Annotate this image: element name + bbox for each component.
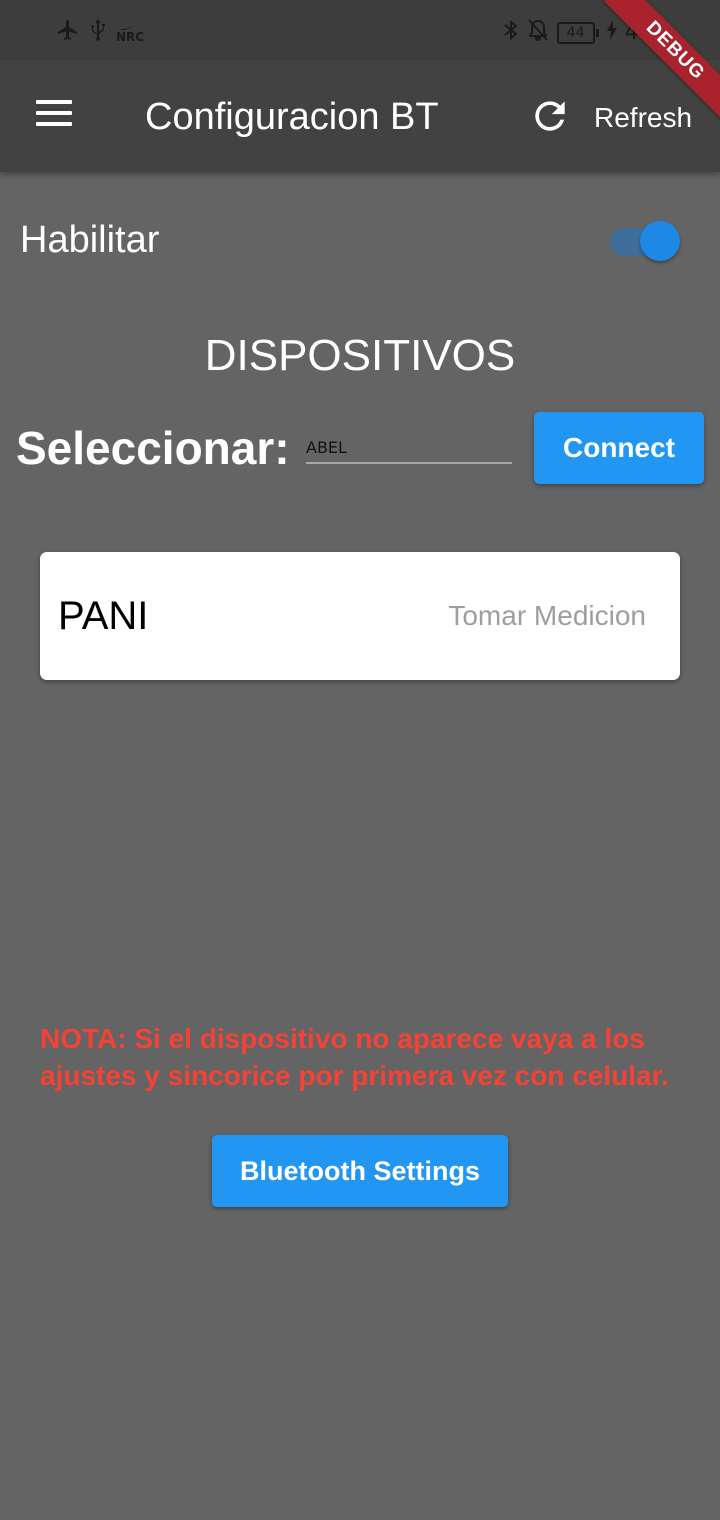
charging-icon — [606, 20, 617, 45]
toggle-thumb — [640, 221, 680, 261]
app-bar: Configuracion BT Refresh — [0, 60, 720, 172]
select-label: Seleccionar: — [16, 422, 290, 474]
battery-level: 44 — [556, 21, 595, 44]
enable-label: Habilitar — [20, 219, 160, 261]
device-name: PANI — [58, 594, 149, 638]
take-measurement-button[interactable]: Tomar Medicion — [448, 598, 646, 634]
refresh-label: Refresh — [594, 102, 693, 133]
device-dropdown-value: ABEL — [306, 438, 347, 457]
device-card[interactable]: PANI Tomar Medicion — [40, 552, 680, 680]
connect-button[interactable]: Connect — [534, 412, 704, 484]
refresh-button[interactable]: Refresh — [528, 96, 692, 140]
nike-nrc-icon: NRC — [116, 23, 144, 43]
status-left-icons: NRC — [56, 18, 144, 47]
bluetooth-settings-button[interactable]: Bluetooth Settings — [212, 1135, 508, 1207]
airplane-icon — [56, 18, 80, 47]
battery-icon: 44 — [556, 21, 599, 44]
refresh-icon — [528, 94, 572, 143]
nrc-text: NRC — [116, 29, 145, 44]
warning-note: NOTA: Si el dispositivo no aparece vaya … — [40, 1023, 669, 1091]
enable-toggle[interactable] — [606, 220, 682, 262]
mute-icon — [527, 18, 549, 47]
devices-section-title: DISPOSITIVOS — [204, 331, 516, 380]
page-title: Configuracion BT — [145, 96, 439, 138]
menu-icon[interactable] — [36, 100, 76, 132]
usb-icon — [88, 18, 108, 47]
device-dropdown[interactable]: ABEL — [306, 432, 512, 464]
bluetooth-icon — [503, 18, 519, 47]
